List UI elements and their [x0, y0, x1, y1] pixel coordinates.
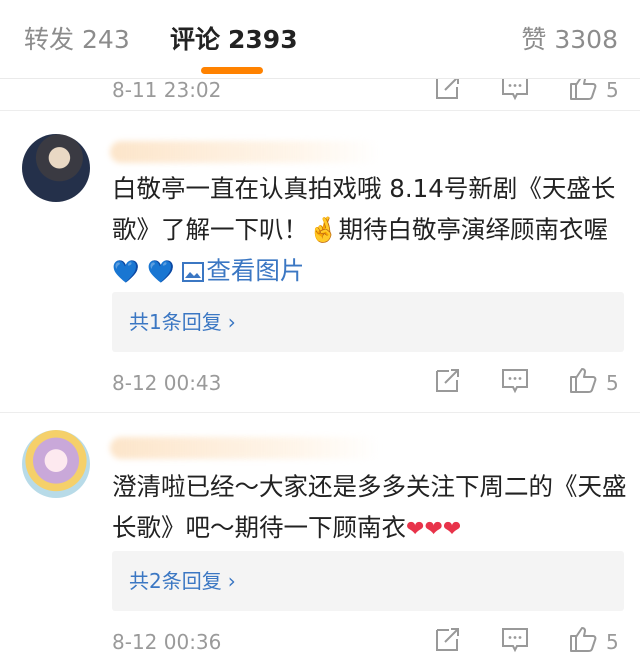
divider	[0, 110, 640, 111]
like-count: 5	[606, 371, 619, 395]
replies-box[interactable]: 共2条回复 ›	[112, 551, 624, 611]
share-icon	[436, 369, 459, 392]
reply-button[interactable]	[500, 365, 536, 401]
comment-meta: 8-12 00:36 5	[0, 624, 640, 660]
tab-comments-label: 评论	[170, 25, 221, 54]
replies-box[interactable]: 共1条回复 ›	[112, 292, 624, 352]
share-button[interactable]	[433, 365, 469, 401]
share-icon	[436, 628, 459, 651]
thumbs-up-icon	[570, 627, 597, 652]
replies-link[interactable]: 共2条回复 ›	[129, 565, 236, 597]
tab-repost-count: 243	[82, 25, 130, 54]
username-blurred	[110, 437, 380, 459]
thumbs-up-icon	[570, 368, 597, 393]
divider	[0, 412, 640, 413]
replies-link[interactable]: 共1条回复 ›	[129, 306, 236, 338]
avatar[interactable]	[22, 134, 90, 202]
like-button[interactable]	[568, 624, 604, 660]
tab-comments-count: 2393	[228, 25, 298, 54]
comment-icon	[502, 628, 528, 653]
tab-repost[interactable]: 转发 243	[24, 22, 130, 58]
username-blurred	[110, 141, 380, 163]
tab-likes[interactable]: 赞 3308	[521, 22, 618, 58]
tab-repost-label: 转发	[24, 25, 75, 54]
comment-text: 澄清啦已经～大家还是多多关注下周二的《天盛长歌》吧～期待一下顾南衣❤❤❤	[112, 466, 628, 550]
comment-timestamp: 8-12 00:36	[112, 630, 222, 654]
emoji: 🤞	[308, 215, 339, 244]
comment-text-tail: 期待白敬亭演绎顾南衣喔	[338, 215, 609, 244]
tab-comments[interactable]: 评论 2393	[170, 22, 298, 58]
comment-timestamp: 8-12 00:43	[112, 371, 222, 395]
image-icon	[182, 262, 205, 282]
like-button[interactable]	[568, 365, 604, 401]
avatar[interactable]	[22, 430, 90, 498]
comment-text: 白敬亭一直在认真拍戏哦 8.14号新剧《天盛长歌》了解一下叭！🤞期待白敬亭演绎顾…	[112, 168, 628, 293]
heart-emoji: 💙	[112, 260, 140, 285]
heart-emoji: ❤	[406, 517, 425, 542]
heart-emoji: ❤	[424, 517, 443, 542]
view-image-link[interactable]: 查看图片	[182, 256, 304, 285]
like-count: 5	[606, 630, 619, 654]
tab-likes-count: 3308	[554, 25, 618, 54]
comment-text-main: 澄清啦已经～大家还是多多关注下周二的《天盛长歌》吧～期待一下顾南衣	[112, 472, 627, 542]
replies-label: 共2条回复	[129, 569, 222, 593]
chevron-right-icon: ›	[227, 310, 236, 334]
active-tab-indicator	[201, 67, 263, 74]
chevron-right-icon: ›	[227, 569, 236, 593]
comment-icon	[502, 369, 528, 394]
heart-emoji: 💙	[147, 260, 175, 285]
tab-likes-label: 赞	[521, 25, 547, 54]
reply-button[interactable]	[500, 624, 536, 660]
share-button[interactable]	[433, 624, 469, 660]
comment-meta: 8-12 00:43 5	[0, 365, 640, 401]
comment-timestamp: 8-11 23:02	[112, 78, 222, 102]
view-image-label: 查看图片	[206, 256, 305, 285]
tab-bar: 转发 243 评论 2393 赞 3308	[0, 0, 640, 79]
like-count: 5	[606, 78, 619, 102]
heart-emoji: ❤	[442, 517, 462, 542]
replies-label: 共1条回复	[129, 310, 222, 334]
